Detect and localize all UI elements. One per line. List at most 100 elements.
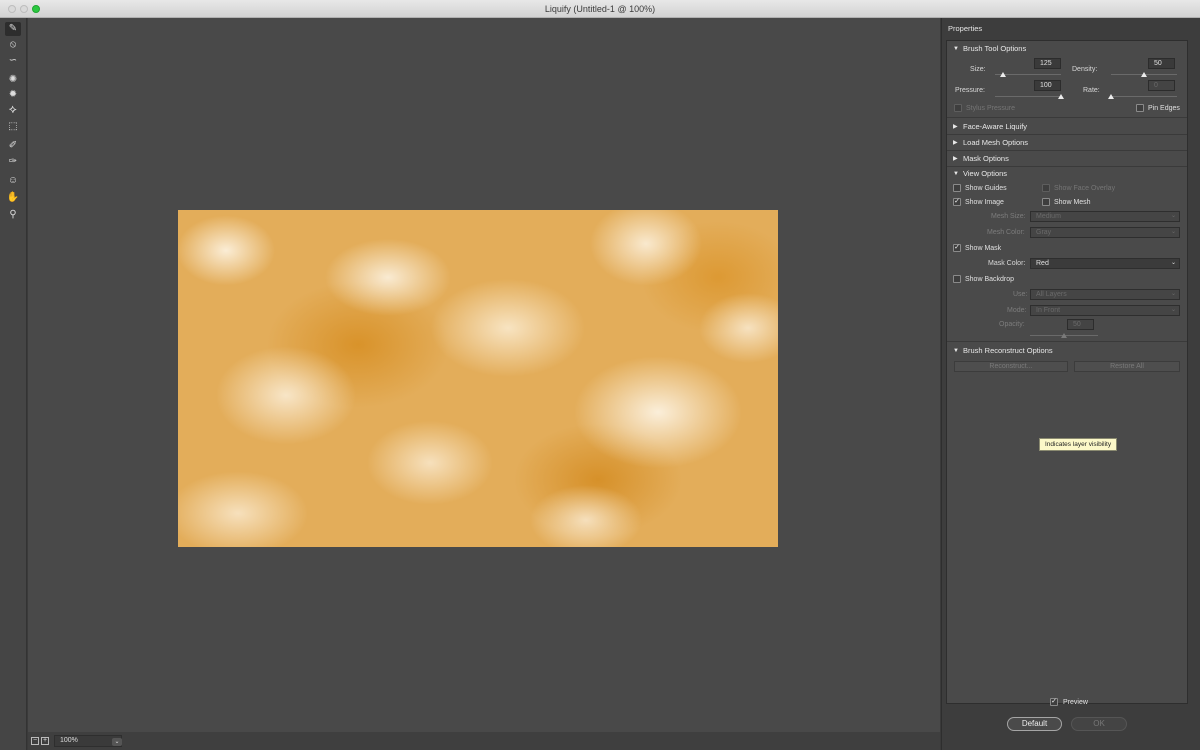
freeze-mask-tool[interactable]: ✐ (5, 139, 21, 153)
pressure-input[interactable]: 100 (1034, 80, 1061, 91)
pin-edges-label: Pin Edges (1148, 105, 1180, 112)
pressure-label: Pressure: (955, 87, 985, 94)
face-tool[interactable]: ☺ (5, 174, 21, 188)
zoom-tool[interactable]: ⚲ (5, 208, 21, 222)
section-brush-tool-options[interactable]: ▼ Brush Tool Options (953, 44, 1026, 53)
properties-panel: Properties ▼ Brush Tool Options Size: 12… (941, 18, 1200, 750)
density-input[interactable]: 50 (1148, 58, 1175, 69)
show-mesh-label: Show Mesh (1054, 199, 1091, 206)
section-face-aware-liquify[interactable]: ▶ Face-Aware Liquify (953, 122, 1027, 131)
show-backdrop-checkbox[interactable] (953, 275, 961, 283)
show-mask-label: Show Mask (965, 245, 1002, 252)
thaw-mask-tool-icon: ✑ (8, 156, 18, 167)
twirl-clockwise-tool-icon: ✺ (8, 74, 18, 85)
reconstruct-button[interactable]: Reconstruct... (954, 361, 1068, 372)
section-label: Brush Reconstruct Options (963, 346, 1053, 355)
show-mesh-checkbox[interactable] (1042, 198, 1050, 206)
show-image-checkbox[interactable]: ✓ (953, 198, 961, 206)
image-preview[interactable] (178, 210, 778, 547)
twirl-clockwise-tool[interactable]: ✺ (5, 73, 21, 87)
rate-label: Rate: (1083, 87, 1100, 94)
section-label: View Options (963, 169, 1008, 178)
stylus-pressure-checkbox[interactable] (954, 104, 962, 112)
mesh-color-select[interactable]: Gray ⌄ (1030, 227, 1180, 238)
triangle-open-icon: ▼ (953, 347, 959, 354)
preview-toggle[interactable]: ✓ Preview (1050, 698, 1088, 706)
tools-panel: ✎ ⦸ ∽ ✺ ✹ ⯎ ⬚ ✐ ✑ ☺ ✋ ⚲ (0, 18, 27, 750)
reconstruct-tool[interactable]: ⦸ (5, 38, 21, 52)
show-guides-checkbox[interactable] (953, 184, 961, 192)
section-brush-reconstruct-options[interactable]: ▼ Brush Reconstruct Options (953, 346, 1053, 355)
opacity-slider-thumb[interactable] (1061, 333, 1067, 338)
density-slider-thumb[interactable] (1141, 72, 1147, 77)
divider (947, 166, 1187, 167)
mode-select[interactable]: In Front ⌄ (1030, 305, 1180, 316)
mask-color-label: Mask Color: (988, 260, 1026, 267)
canvas-area[interactable] (28, 18, 940, 732)
section-label: Brush Tool Options (963, 44, 1027, 53)
preview-label: Preview (1063, 698, 1088, 706)
status-bar: − + 100% ⌄ (28, 732, 940, 750)
preview-checkbox[interactable]: ✓ (1050, 698, 1058, 706)
pressure-slider-thumb[interactable] (1058, 94, 1064, 99)
restore-all-button[interactable]: Restore All (1074, 361, 1180, 372)
chevron-down-icon: ⌄ (1170, 291, 1176, 297)
default-button[interactable]: Default (1007, 717, 1062, 731)
show-image-label: Show Image (965, 199, 1004, 206)
pressure-slider-track[interactable] (995, 96, 1061, 97)
chevron-down-icon: ⌄ (1170, 260, 1176, 266)
show-face-overlay-checkbox[interactable] (1042, 184, 1050, 192)
mesh-size-select[interactable]: Medium ⌄ (1030, 211, 1180, 222)
zoom-level-select[interactable]: 100% ⌄ (54, 735, 122, 747)
size-slider-thumb[interactable] (999, 72, 1006, 77)
triangle-closed-icon: ▶ (953, 124, 958, 130)
hand-tool[interactable]: ✋ (5, 191, 21, 205)
forward-warp-tool-icon: ✎ (8, 23, 18, 34)
mask-color-value: Red (1036, 260, 1049, 267)
show-guides-label: Show Guides (965, 185, 1007, 192)
mesh-color-label: Mesh Color: (987, 229, 1025, 236)
reconstruct-tool-icon: ⦸ (9, 39, 17, 50)
chevron-down-icon: ⌄ (112, 738, 122, 746)
section-view-options[interactable]: ▼ View Options (953, 169, 1007, 178)
divider (947, 134, 1187, 135)
rate-slider-track[interactable] (1111, 96, 1177, 97)
mask-color-select[interactable]: Red ⌄ (1030, 258, 1180, 269)
mode-label: Mode: (1007, 307, 1027, 314)
window-title: Liquify (Untitled-1 @ 100%) (544, 4, 656, 14)
use-select[interactable]: All Layers ⌄ (1030, 289, 1180, 300)
show-mask-checkbox[interactable]: ✓ (953, 244, 961, 252)
pucker-tool-icon: ✹ (8, 89, 18, 100)
section-load-mesh-options[interactable]: ▶ Load Mesh Options (953, 138, 1028, 147)
section-mask-options[interactable]: ▶ Mask Options (953, 154, 1009, 163)
thaw-mask-tool[interactable]: ✑ (5, 155, 21, 169)
smooth-tool[interactable]: ∽ (5, 54, 21, 68)
ok-button[interactable]: OK (1071, 717, 1127, 731)
forward-warp-tool[interactable]: ✎ (5, 22, 21, 36)
show-face-overlay-label: Show Face Overlay (1054, 185, 1116, 192)
bloat-tool[interactable]: ⯎ (5, 104, 21, 118)
section-label: Mask Options (963, 154, 1009, 163)
zoom-out-button[interactable]: − (31, 737, 39, 745)
pin-edges-checkbox[interactable] (1136, 104, 1144, 112)
tooltip: Indicates layer visibility (1039, 438, 1118, 451)
section-label: Load Mesh Options (963, 138, 1029, 147)
opacity-input[interactable]: 50 (1067, 319, 1094, 330)
size-input[interactable]: 125 (1034, 58, 1061, 69)
freeze-mask-tool-icon: ✐ (8, 140, 18, 151)
chevron-down-icon: ⌄ (1170, 229, 1176, 235)
rate-slider-thumb[interactable] (1108, 94, 1114, 99)
use-label: Use: (1013, 291, 1028, 298)
size-label: Size: (970, 66, 986, 73)
chevron-down-icon: ⌄ (1170, 307, 1176, 313)
push-left-tool[interactable]: ⬚ (5, 120, 21, 134)
section-label: Face-Aware Liquify (963, 122, 1028, 131)
smooth-tool-icon: ∽ (8, 55, 18, 66)
zoom-tool-icon: ⚲ (9, 209, 17, 220)
triangle-closed-icon: ▶ (953, 156, 958, 162)
zoom-in-button[interactable]: + (41, 737, 49, 745)
pucker-tool[interactable]: ✹ (5, 88, 21, 102)
use-value: All Layers (1036, 291, 1067, 298)
rate-input[interactable]: 0 (1148, 80, 1175, 91)
divider (947, 341, 1187, 342)
